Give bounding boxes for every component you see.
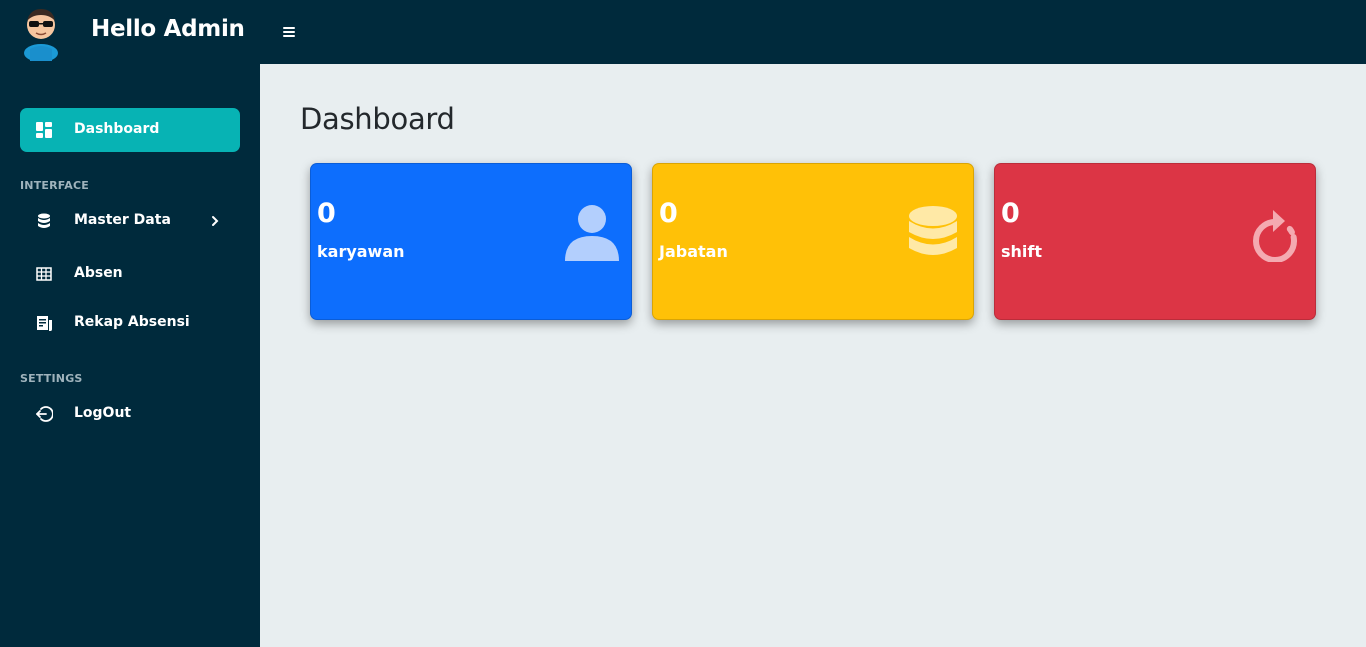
card-label: karyawan <box>317 242 405 261</box>
chevron-right-icon <box>210 213 220 229</box>
top-bar: Hello Admin <box>0 0 1366 64</box>
sidebar-item-label: LogOut <box>74 405 132 421</box>
dashboard-icon <box>35 121 53 139</box>
database-icon <box>908 204 958 266</box>
brand-title: Hello Admin <box>91 16 245 42</box>
sidebar-item-label: Dashboard <box>74 121 160 137</box>
main-content: Dashboard 0 karyawan 0 Jabatan 0 shift <box>260 64 1366 647</box>
sidebar-item-logout[interactable]: LogOut <box>20 392 240 436</box>
section-settings: SETTINGS <box>20 372 83 385</box>
hamburger-icon[interactable] <box>280 22 298 42</box>
card-count: 0 <box>659 198 678 229</box>
card-count: 0 <box>317 198 336 229</box>
report-icon <box>35 314 53 332</box>
user-icon <box>564 204 620 262</box>
table-icon <box>35 265 53 283</box>
admin-avatar-icon <box>20 5 62 62</box>
sidebar-item-label: Rekap Absensi <box>74 314 190 330</box>
sidebar-item-master-data[interactable]: Master Data <box>20 199 240 243</box>
section-interface: INTERFACE <box>20 179 89 192</box>
card-label: Jabatan <box>659 242 728 261</box>
refresh-icon <box>1249 204 1301 263</box>
sidebar-item-label: Absen <box>74 265 123 281</box>
brand: Hello Admin <box>0 0 260 64</box>
card-shift[interactable]: 0 shift <box>994 163 1316 320</box>
sidebar: Dashboard INTERFACE Master Data Absen Re… <box>0 64 260 647</box>
card-label: shift <box>1001 242 1043 261</box>
logout-icon <box>35 405 53 423</box>
card-jabatan[interactable]: 0 Jabatan <box>652 163 974 320</box>
sidebar-item-absen[interactable]: Absen <box>20 252 240 296</box>
card-count: 0 <box>1001 198 1020 229</box>
sidebar-item-rekap-absensi[interactable]: Rekap Absensi <box>20 301 240 345</box>
sidebar-item-label: Master Data <box>74 212 171 228</box>
sidebar-item-dashboard[interactable]: Dashboard <box>20 108 240 152</box>
page-title: Dashboard <box>300 102 455 136</box>
card-karyawan[interactable]: 0 karyawan <box>310 163 632 320</box>
database-icon <box>35 212 53 230</box>
